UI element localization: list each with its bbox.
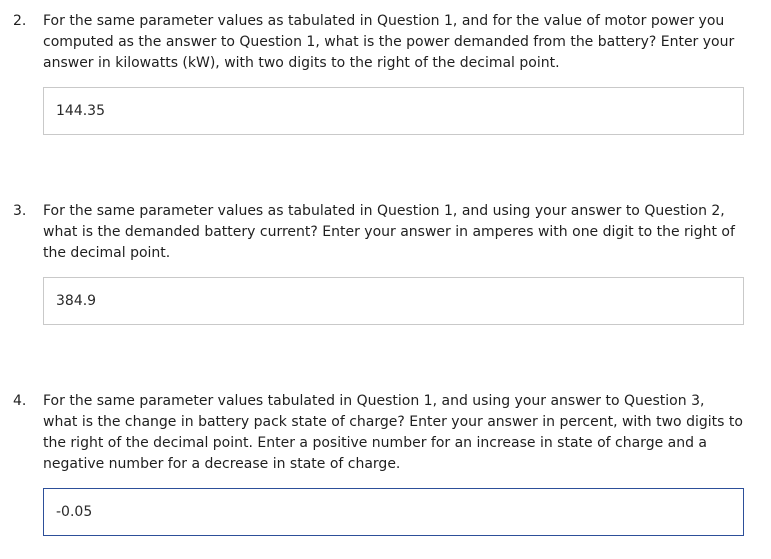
answer-input-question-2[interactable] — [43, 87, 744, 135]
answer-input-question-4[interactable] — [43, 488, 744, 536]
question-number: 4. — [13, 393, 27, 409]
question-number: 2. — [13, 13, 27, 29]
question-number: 3. — [13, 203, 27, 219]
question-prompt: For the same parameter values as tabulat… — [43, 203, 735, 261]
answer-input-question-3[interactable] — [43, 277, 744, 325]
question-prompt: For the same parameter values tabulated … — [43, 393, 743, 472]
question-prompt: For the same parameter values as tabulat… — [43, 13, 735, 71]
